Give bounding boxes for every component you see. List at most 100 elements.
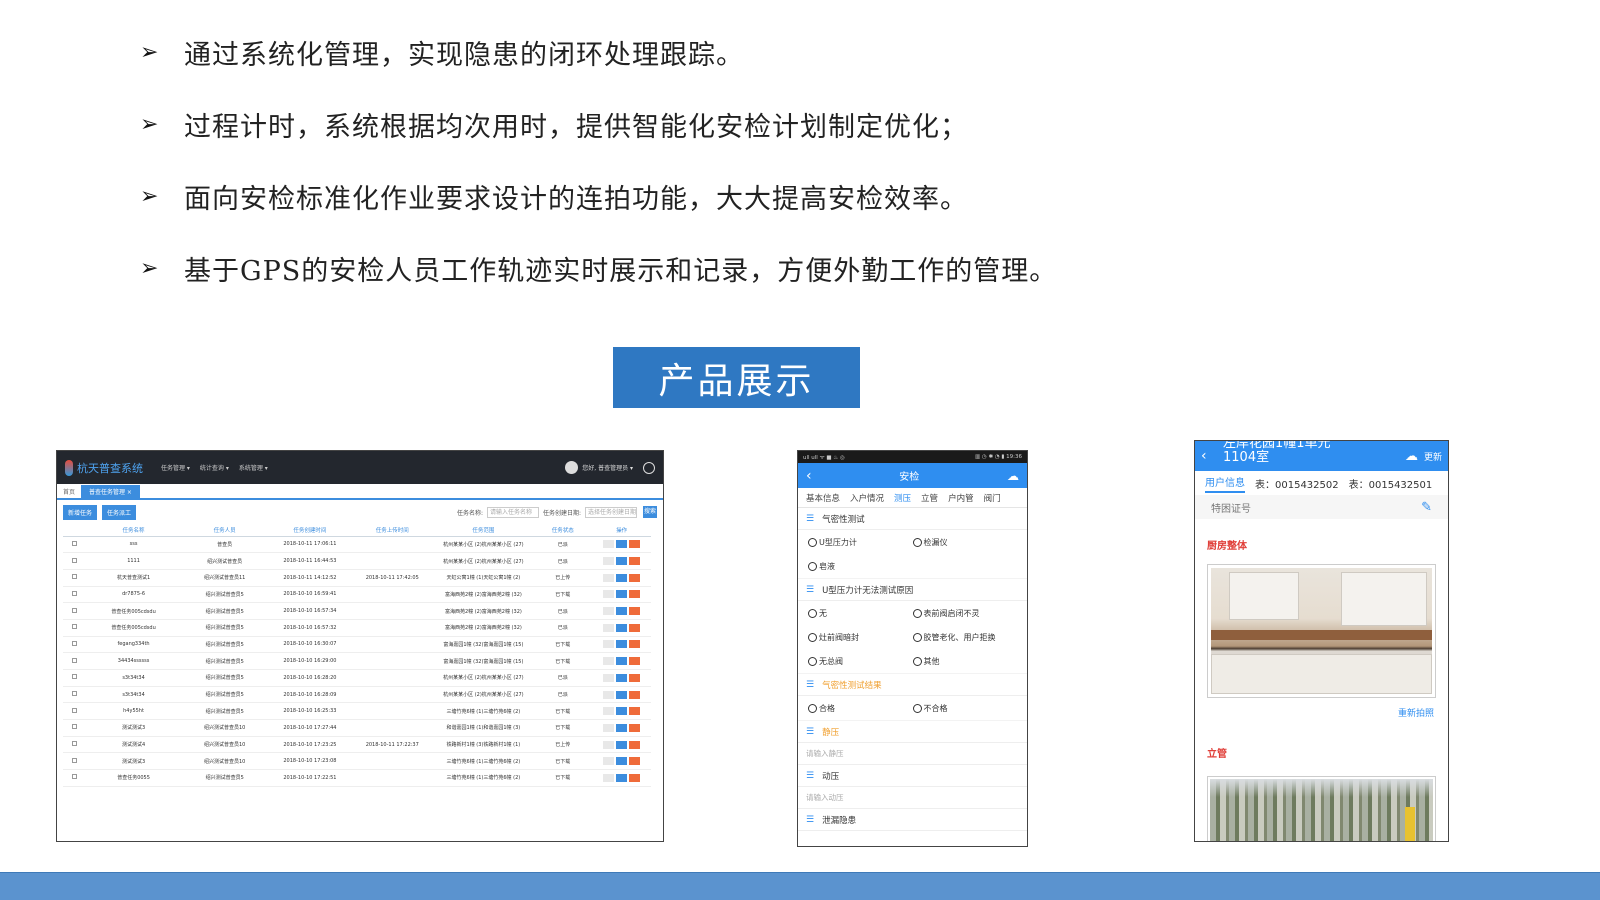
tab-meter-2[interactable]: 表：0015432501 <box>1349 476 1433 491</box>
radio-icon[interactable] <box>912 656 922 666</box>
delete-button[interactable] <box>629 640 641 649</box>
delete-button[interactable] <box>629 773 641 782</box>
tab-user-info[interactable]: 用户信息 <box>1205 474 1245 493</box>
view-button[interactable] <box>603 657 615 666</box>
delete-button[interactable] <box>629 573 641 582</box>
table-row[interactable]: 1111 绍兴测试普查员 2018-10-11 16:44:53 杭州某某小区 (2)… <box>63 552 651 570</box>
checkbox[interactable] <box>72 607 78 613</box>
edit-button[interactable] <box>616 640 628 649</box>
checkbox[interactable] <box>72 624 78 630</box>
tab-task-management[interactable]: 普查任务管理 × <box>81 485 140 498</box>
update-button[interactable]: 更新 <box>1424 450 1442 463</box>
radio-icon[interactable] <box>912 537 922 547</box>
checkbox[interactable] <box>72 674 78 680</box>
table-row[interactable]: 测试测试3 绍兴测试普查员10 2018-10-10 17:27:44 和谐嘉园1幢 … <box>63 719 651 737</box>
kitchen-photo[interactable] <box>1207 564 1436 698</box>
delete-button[interactable] <box>629 623 641 632</box>
menu-task[interactable]: 任务管理 ▾ <box>161 463 190 472</box>
task-name-input[interactable]: 请输入任务名称 <box>486 506 539 518</box>
view-button[interactable] <box>603 723 615 732</box>
view-button[interactable] <box>603 540 615 549</box>
tab-home[interactable]: 首页 <box>63 487 75 498</box>
delete-button[interactable] <box>629 673 641 682</box>
delete-button[interactable] <box>629 740 641 749</box>
delete-button[interactable] <box>629 723 641 732</box>
table-row[interactable]: 普查任务005cdsdu 绍兴测试普查员5 2018-10-10 16:57:32 富… <box>63 619 651 637</box>
edit-button[interactable] <box>616 573 628 582</box>
radio-option[interactable]: 灶前阀暗封 <box>808 625 913 649</box>
edit-button[interactable] <box>616 723 628 732</box>
dispatch-task-button[interactable]: 任务派工 <box>102 504 137 520</box>
power-icon[interactable] <box>643 461 655 474</box>
delete-button[interactable] <box>629 540 641 549</box>
view-button[interactable] <box>603 773 615 782</box>
view-button[interactable] <box>603 590 615 599</box>
checkbox[interactable] <box>72 757 78 763</box>
radio-icon[interactable] <box>808 608 817 618</box>
edit-button[interactable] <box>616 657 628 666</box>
tab-entry[interactable]: 入户情况 <box>850 492 884 504</box>
view-button[interactable] <box>603 607 615 616</box>
cloud-upload-icon[interactable]: ☁ <box>1405 449 1418 464</box>
radio-option[interactable]: 无总阀 <box>808 649 913 673</box>
avatar[interactable] <box>565 461 579 474</box>
table-row[interactable]: s3t34t34 绍兴测试普查员5 2018-10-10 16:28:20 杭州某某小… <box>63 669 651 687</box>
radio-option[interactable]: U型压力计 <box>808 530 913 554</box>
tab-indoor-pipe[interactable]: 户内管 <box>948 492 974 504</box>
checkbox[interactable] <box>72 774 78 780</box>
table-row[interactable]: 普查任务0055 绍兴测试普查员5 2018-10-10 17:22:51 三塘竹苑6… <box>63 769 651 787</box>
table-row[interactable]: 普查任务005cdsdu 绍兴测试普查员5 2018-10-10 16:57:34 富… <box>63 602 651 620</box>
retake-photo-button[interactable]: 重新拍照 <box>1195 706 1448 719</box>
radio-icon[interactable] <box>808 632 817 642</box>
search-button[interactable]: 搜索 <box>643 506 657 518</box>
view-button[interactable] <box>603 557 615 566</box>
radio-icon[interactable] <box>912 632 922 642</box>
delete-button[interactable] <box>629 690 641 699</box>
radio-icon[interactable] <box>912 703 922 713</box>
radio-icon[interactable] <box>808 703 817 713</box>
checkbox[interactable] <box>72 557 78 563</box>
tab-riser[interactable]: 立管 <box>921 492 938 504</box>
menu-system[interactable]: 系统管理 ▾ <box>239 463 268 472</box>
delete-button[interactable] <box>629 590 641 599</box>
delete-button[interactable] <box>629 657 641 666</box>
date-input[interactable]: 选择任务创建日期 <box>585 506 637 518</box>
menu-stats[interactable]: 统计查询 ▾ <box>200 463 229 472</box>
table-row[interactable]: 测试测试3 绍兴测试普查员10 2018-10-10 17:23:08 三塘竹苑6幢 … <box>63 752 651 771</box>
table-row[interactable]: sss 普查员 2018-10-11 17:06:11 杭州某某小区 (2)杭州某某小… <box>63 536 651 554</box>
tab-pressure[interactable]: 测压 <box>894 492 911 504</box>
tab-valve[interactable]: 阀门 <box>984 492 1001 504</box>
radio-option[interactable]: 其他 <box>912 649 1018 673</box>
view-button[interactable] <box>603 740 615 749</box>
delete-button[interactable] <box>629 557 641 566</box>
edit-button[interactable] <box>616 773 628 782</box>
view-button[interactable] <box>603 757 615 766</box>
view-button[interactable] <box>603 690 615 699</box>
table-row[interactable]: 34434ssssss 绍兴测试普查员5 2018-10-10 16:29:00 富海… <box>63 652 651 670</box>
static-pressure-input[interactable]: 请输入静压 <box>798 743 1027 765</box>
radio-icon[interactable] <box>912 608 922 618</box>
radio-option[interactable]: 合格 <box>808 696 913 720</box>
edit-button[interactable] <box>616 673 628 682</box>
table-row[interactable]: fegang334th 绍兴测试普查员5 2018-10-10 16:30:07 富海… <box>63 636 651 654</box>
checkbox[interactable] <box>72 691 78 697</box>
tab-basic-info[interactable]: 基本信息 <box>806 492 840 504</box>
view-button[interactable] <box>603 623 615 632</box>
edit-button[interactable] <box>616 623 628 632</box>
table-row[interactable]: s3t34t34 绍兴测试普查员5 2018-10-10 16:28:09 杭州某某小… <box>63 686 651 704</box>
edit-button[interactable] <box>616 757 628 766</box>
radio-icon[interactable] <box>808 561 817 571</box>
delete-button[interactable] <box>629 607 641 616</box>
table-row[interactable]: 杭天普查测试1 绍兴测试普查员11 2018-10-11 14:12:52 2018-… <box>63 569 651 587</box>
pencil-icon[interactable]: ✎ <box>1421 500 1432 515</box>
edit-button[interactable] <box>616 707 628 716</box>
table-row[interactable]: h4y55ht 绍兴测试普查员5 2018-10-10 16:25:33 三塘竹苑6幢… <box>63 702 651 721</box>
checkbox[interactable] <box>72 724 78 730</box>
add-task-button[interactable]: 新增任务 <box>63 504 98 520</box>
table-row[interactable]: 测试测试4 绍兴测试普查员10 2018-10-10 17:23:25 2018-10… <box>63 736 651 754</box>
delete-button[interactable] <box>629 757 641 766</box>
edit-button[interactable] <box>616 740 628 749</box>
edit-button[interactable] <box>616 557 628 566</box>
checkbox[interactable] <box>72 741 78 747</box>
view-button[interactable] <box>603 640 615 649</box>
